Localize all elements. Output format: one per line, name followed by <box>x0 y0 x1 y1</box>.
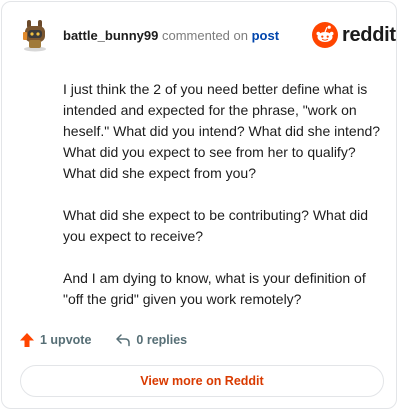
user-avatar[interactable] <box>21 18 49 52</box>
comment-paragraph: And I am dying to know, what is your def… <box>63 270 366 307</box>
post-link[interactable]: post <box>252 28 279 43</box>
reddit-logo[interactable]: reddit <box>312 22 396 48</box>
upvote-button[interactable]: 1 upvote <box>19 332 91 348</box>
reply-arrow-icon <box>116 334 131 347</box>
comment-paragraph: What did she expect to be contributing? … <box>63 207 369 244</box>
reddit-wordmark: reddit <box>342 23 396 46</box>
view-more-button[interactable]: View more on Reddit <box>20 365 384 397</box>
comment-card: battle_bunny99 commented on post reddit … <box>1 1 397 409</box>
upvote-count: 1 upvote <box>40 333 92 347</box>
comment-body: I just think the 2 of you need better de… <box>63 79 383 331</box>
replies-button[interactable]: 0 replies <box>115 332 187 348</box>
replies-count: 0 replies <box>136 333 188 347</box>
commented-on-text: commented on <box>161 28 248 43</box>
upvote-arrow-icon <box>20 333 34 347</box>
username-link[interactable]: battle_bunny99 <box>63 28 158 43</box>
comment-header: battle_bunny99 commented on post <box>63 28 279 43</box>
comment-paragraph: I just think the 2 of you need better de… <box>63 81 381 181</box>
reddit-snoo-icon <box>312 22 338 48</box>
comment-actions: 1 upvote 0 replies <box>19 332 187 348</box>
